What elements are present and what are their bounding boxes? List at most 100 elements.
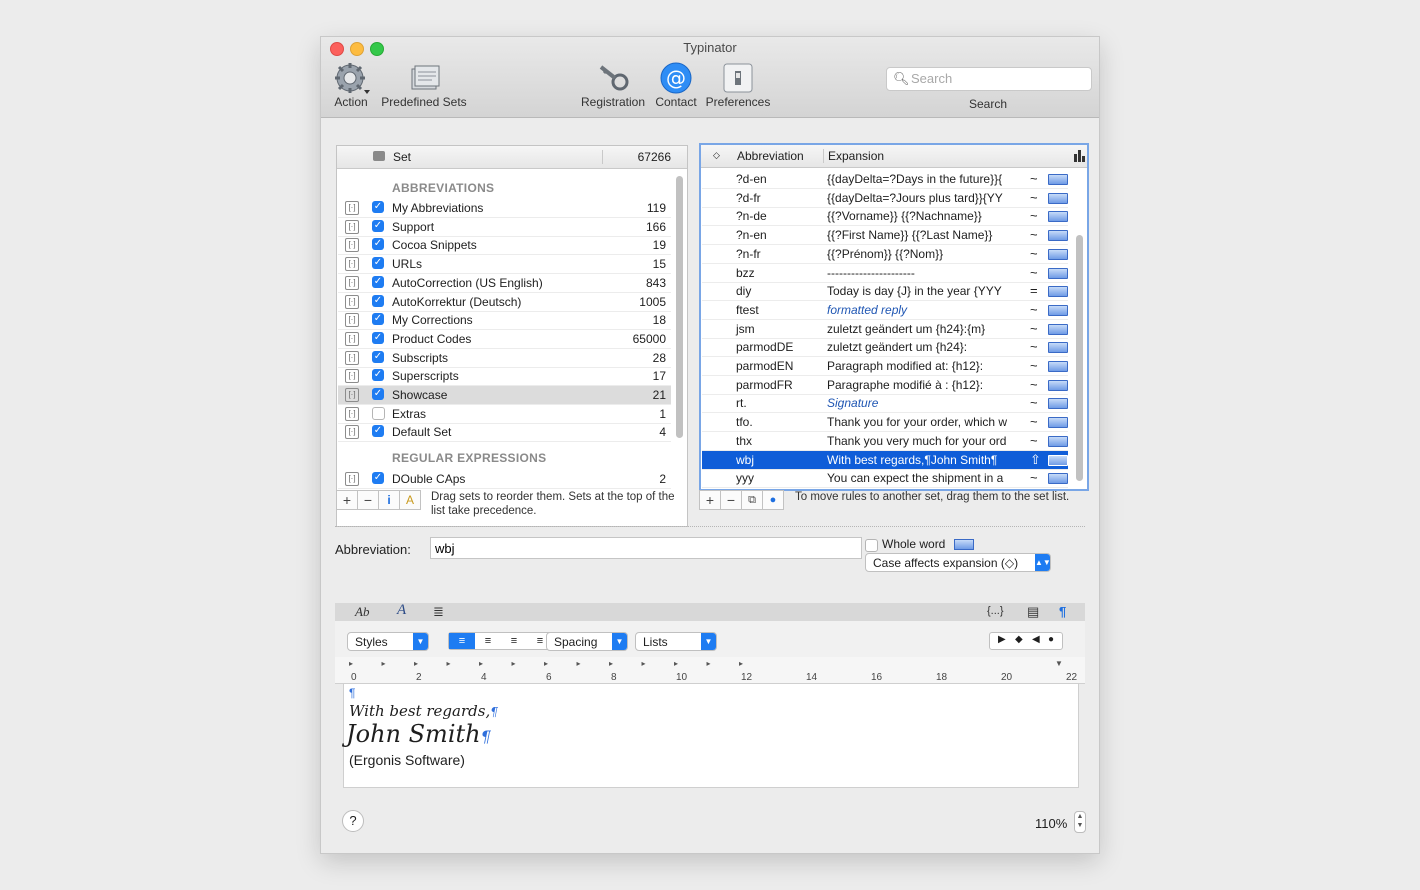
case-popup[interactable]: Case affects expansion (◇) ▲▼ <box>865 553 1051 572</box>
set-enabled-checkbox[interactable]: ✓ <box>372 472 384 484</box>
set-enabled-checkbox[interactable]: ✓ <box>372 388 384 400</box>
set-enabled-checkbox[interactable]: ✓ <box>372 313 384 326</box>
add-rule-button[interactable]: + <box>699 490 721 510</box>
rule-row[interactable]: parmodEN Paragraph modified at: {h12}: ~ <box>702 357 1068 376</box>
tab-stop-marker[interactable]: ▸ <box>609 659 613 668</box>
rule-row[interactable]: rt. Signature ~ <box>702 394 1068 414</box>
rule-row[interactable]: ftest formatted reply ~ <box>702 301 1068 320</box>
case-mode-icon[interactable]: ⇧ <box>1030 452 1041 468</box>
set-row[interactable]: [·] ✓ AutoKorrektur (Deutsch) 1005 <box>338 293 671 312</box>
predefined-sets-button[interactable]: Predefined Sets <box>379 61 469 109</box>
set-row[interactable]: [·] ✓ Superscripts 17 <box>338 367 671 387</box>
set-enabled-checkbox[interactable]: ✓ <box>372 369 384 382</box>
case-mode-icon[interactable]: ~ <box>1030 190 1038 205</box>
set-row[interactable]: [·] ✓ Support 166 <box>338 218 671 237</box>
case-mode-icon[interactable]: = <box>1030 283 1038 298</box>
case-mode-icon[interactable]: ~ <box>1030 208 1038 223</box>
set-row[interactable]: [·] ✓ Default Set 4 <box>338 423 671 443</box>
tab-stop-marker[interactable]: ▸ <box>707 659 711 668</box>
search-input[interactable] <box>909 70 1083 87</box>
rule-row[interactable]: ?n-fr {{?Prénom}} {{?Nom}} ~ <box>702 245 1068 264</box>
preferences-button[interactable]: Preferences <box>704 61 772 109</box>
set-row[interactable]: [·] ✓ Product Codes 65000 <box>338 330 671 349</box>
tab-stop-marker[interactable]: ▸ <box>577 659 581 668</box>
sets-header[interactable]: Set 67266 <box>337 146 687 169</box>
sort-icon[interactable]: ◇ <box>713 150 720 161</box>
set-row[interactable]: [·] ✓ My Abbreviations 119 <box>338 199 671 218</box>
rule-row[interactable]: ?n-en {{?First Name}} {{?Last Name}} ~ <box>702 226 1068 246</box>
case-mode-icon[interactable]: ~ <box>1030 395 1038 410</box>
abbreviation-input[interactable] <box>430 537 862 559</box>
case-mode-icon[interactable]: ~ <box>1030 414 1038 429</box>
set-enabled-checkbox[interactable]: ✓ <box>372 350 384 363</box>
expansion-editor[interactable]: ¶ With best regards,¶ John Smith¶ (Ergon… <box>343 683 1079 788</box>
tab-stop-marker[interactable]: ▸ <box>674 659 678 668</box>
rule-row[interactable]: yyy You can expect the shipment in a ~ <box>702 469 1068 489</box>
case-mode-icon[interactable]: ~ <box>1030 321 1038 336</box>
case-mode-icon[interactable]: ~ <box>1030 358 1038 373</box>
set-enabled-checkbox[interactable] <box>372 406 385 420</box>
pilcrow-icon[interactable]: ¶ <box>1059 604 1066 619</box>
tab-stop-control[interactable]: ▶ ◆ ◀ ● <box>989 632 1063 650</box>
case-mode-icon[interactable]: ~ <box>1030 433 1038 448</box>
set-enabled-checkbox[interactable]: ✓ <box>372 257 384 270</box>
info-icon[interactable]: i <box>378 490 400 510</box>
rules-header-expansion[interactable]: Expansion <box>828 149 884 163</box>
rule-row[interactable]: bzz ---------------------- ~ <box>702 264 1068 283</box>
bar-chart-icon[interactable] <box>1073 148 1085 165</box>
rule-row[interactable]: thx Thank you very much for your ord ~ <box>702 432 1068 451</box>
tab-stop-marker[interactable]: ▸ <box>479 659 483 668</box>
tab-right-icon[interactable]: ▶ <box>998 634 1006 645</box>
sets-header-set[interactable]: Set <box>393 150 411 164</box>
spacing-popup[interactable]: Spacing ▼ <box>546 632 628 651</box>
styles-popup[interactable]: Styles ▼ <box>347 632 429 651</box>
lists-popup[interactable]: Lists ▼ <box>635 632 717 651</box>
rule-row[interactable]: parmodDE zuletzt geändert um {h24}: ~ <box>702 338 1068 358</box>
tab-left-icon[interactable]: ◀ <box>1032 634 1040 645</box>
tab-stop-marker[interactable]: ▸ <box>642 659 646 668</box>
registration-button[interactable]: Registration <box>578 61 648 109</box>
add-set-button[interactable]: + <box>336 490 358 510</box>
rule-row[interactable]: jsm zuletzt geändert um {h24}:{m} ~ <box>702 320 1068 339</box>
rule-row[interactable]: parmodFR Paragraphe modifié à : {h12}: ~ <box>702 376 1068 395</box>
tab-stop-marker[interactable]: ▸ <box>414 659 418 668</box>
placeholder-icon[interactable]: {...} <box>987 605 1004 617</box>
rule-row[interactable]: ?d-en {{dayDelta=?Days in the future}}{~ <box>702 170 1068 189</box>
rule-row[interactable]: tfo. Thank you for your order, which w ~ <box>702 413 1068 433</box>
zoom-stepper[interactable]: ▲ ▼ <box>1074 811 1086 833</box>
font-style-icon[interactable]: A <box>399 490 421 510</box>
set-row[interactable]: [·] ✓ URLs 15 <box>338 255 671 275</box>
set-enabled-checkbox[interactable]: ✓ <box>372 425 384 438</box>
set-row[interactable]: [·] Extras 1 <box>338 405 671 424</box>
tab-decimal-icon[interactable]: ◆ <box>1015 634 1023 645</box>
search-field[interactable]: 🔍︎ <box>886 67 1092 91</box>
sets-header-count[interactable]: 67266 <box>638 150 671 164</box>
tab-stop-marker[interactable]: ▸ <box>382 659 386 668</box>
help-button[interactable]: ? <box>342 810 364 832</box>
set-row[interactable]: [·] ✓ AutoCorrection (US English) 843 <box>338 274 671 293</box>
ruler[interactable]: 0 2 4 6 8 10 12 14 16 18 20 22 ▸ ▸ ▸ ▸ ▸ ▸ ▸ ▸ ▸ ▸ ▸ ▸ ▸ ▼ <box>335 657 1085 684</box>
duplicate-rule-icon[interactable]: ⧉ <box>741 490 763 510</box>
rules-list[interactable]: ◇ Abbreviation Expansion ?d-en {{dayDelta… <box>699 143 1089 491</box>
remove-set-button[interactable]: − <box>357 490 379 510</box>
set-row[interactable]: [·] ✓ DOuble CAps 2 <box>338 470 671 489</box>
tab-stop-marker[interactable]: ▸ <box>739 659 743 668</box>
set-enabled-checkbox[interactable]: ✓ <box>372 331 384 344</box>
action-button[interactable]: Action <box>331 61 371 109</box>
alignment-control[interactable]: ≡ ≡ ≡ ≡ <box>448 632 554 650</box>
case-mode-icon[interactable]: ~ <box>1030 265 1038 280</box>
styled-text-icon[interactable]: Ab <box>355 604 369 620</box>
rules-header[interactable]: ◇ Abbreviation Expansion <box>701 145 1087 168</box>
case-mode-icon[interactable]: ~ <box>1030 470 1038 485</box>
remove-rule-button[interactable]: − <box>720 490 742 510</box>
split-divider[interactable] <box>335 526 1085 528</box>
font-icon[interactable]: A <box>397 602 406 619</box>
tab-stop-marker[interactable]: ▸ <box>349 659 353 668</box>
case-mode-icon[interactable]: ~ <box>1030 377 1038 392</box>
rules-scrollbar[interactable] <box>1076 235 1083 481</box>
align-center-icon[interactable]: ≡ <box>475 633 501 649</box>
rule-row[interactable]: ?n-de {{?Vorname}} {{?Nachname}} ~ <box>702 207 1068 227</box>
case-mode-icon[interactable]: ~ <box>1030 302 1038 317</box>
contact-button[interactable]: @ Contact <box>651 61 701 109</box>
tab-center-icon[interactable]: ● <box>1048 634 1054 645</box>
